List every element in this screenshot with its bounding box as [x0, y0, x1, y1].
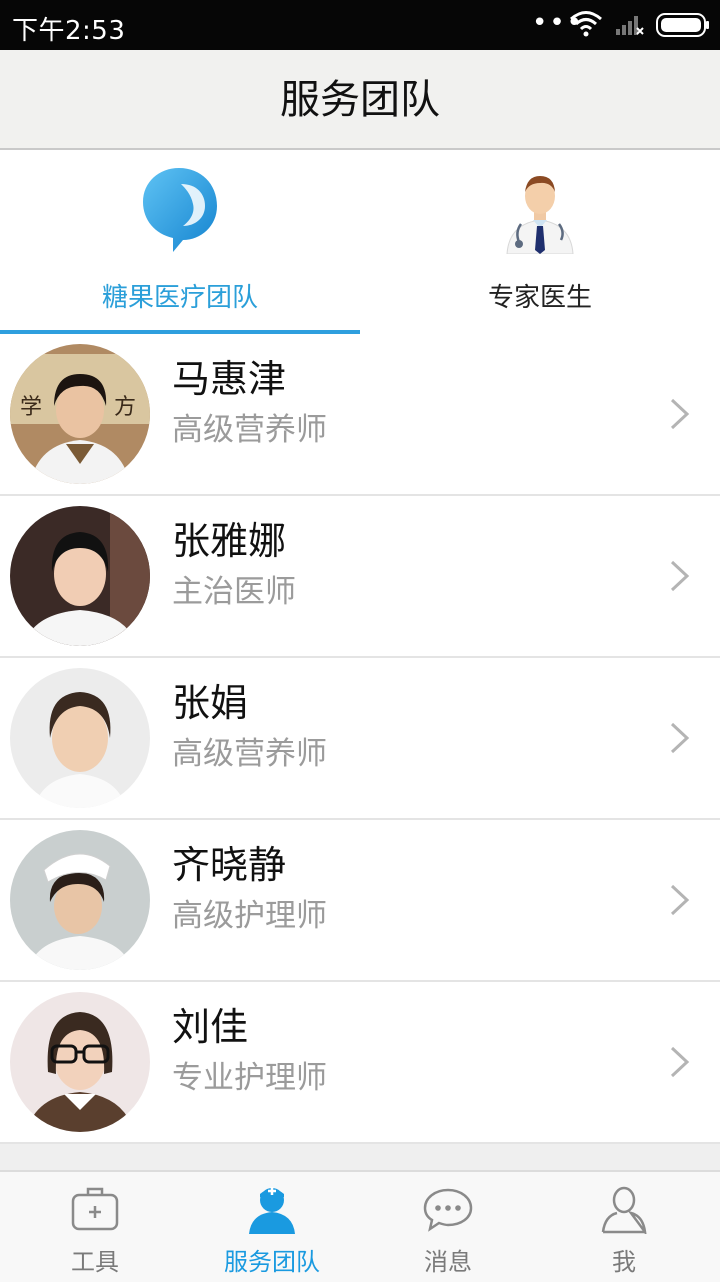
member-role: 专业护理师 [172, 1060, 327, 1096]
nav-tools[interactable]: 工具 [5, 1172, 185, 1282]
tab-expert-doctors[interactable]: 专家医生 [360, 150, 720, 334]
toolbox-icon [70, 1184, 120, 1234]
chevron-right-icon [668, 558, 692, 598]
member-name: 刘佳 [172, 1005, 249, 1049]
candy-logo-icon [139, 162, 221, 254]
list-item[interactable]: 刘佳 专业护理师 [0, 982, 720, 1144]
nav-service-team[interactable]: 服务团队 [182, 1172, 362, 1282]
signal-icon [615, 12, 645, 40]
list-item[interactable]: 张雅娜 主治医师 [0, 496, 720, 658]
team-member-list: 学 方 马惠津 高级营养师 张雅娜 主治医师 张娟 高级营养师 齐晓静 高级护理… [0, 334, 720, 1144]
member-role: 高级护理师 [172, 898, 327, 934]
member-role: 主治医师 [172, 574, 296, 610]
list-footer-spacer [0, 1144, 720, 1170]
chevron-right-icon [668, 882, 692, 922]
list-item[interactable]: 齐晓静 高级护理师 [0, 820, 720, 982]
title-bar: 服务团队 [0, 50, 720, 150]
tab-candy-medical-team[interactable]: 糖果医疗团队 [0, 150, 360, 334]
team-tabs: 糖果医疗团队 专家医生 [0, 150, 720, 334]
member-role: 高级营养师 [172, 736, 327, 772]
member-name: 张雅娜 [172, 519, 287, 563]
tab-label: 专家医生 [487, 283, 592, 313]
nav-label: 我 [612, 1248, 636, 1276]
member-name: 马惠津 [172, 357, 287, 401]
member-name: 张娟 [172, 681, 249, 725]
user-icon [599, 1184, 649, 1237]
svg-text:学: 学 [20, 395, 42, 420]
tab-label: 糖果医疗团队 [101, 283, 258, 313]
chevron-right-icon [668, 720, 692, 760]
nav-label: 工具 [71, 1248, 119, 1276]
avatar [10, 668, 150, 808]
svg-text:方: 方 [114, 395, 136, 420]
chat-bubble-icon [423, 1184, 473, 1234]
doctor-icon [499, 162, 581, 255]
bottom-navigation: 工具 服务团队 消息 我 [0, 1170, 720, 1282]
list-item[interactable]: 学 方 马惠津 高级营养师 [0, 334, 720, 496]
nav-messages[interactable]: 消息 [358, 1172, 538, 1282]
member-role: 高级营养师 [172, 412, 327, 448]
page-title: 服务团队 [280, 77, 440, 123]
avatar: 学 方 [10, 344, 150, 484]
nav-label: 服务团队 [224, 1248, 320, 1276]
battery-icon [656, 13, 710, 41]
avatar [10, 506, 150, 646]
wifi-icon [569, 9, 603, 41]
nav-label: 消息 [424, 1248, 472, 1276]
chevron-right-icon [668, 396, 692, 436]
avatar [10, 992, 150, 1132]
member-name: 齐晓静 [172, 843, 287, 887]
nurse-person-icon [247, 1184, 297, 1234]
chevron-right-icon [668, 1044, 692, 1084]
status-time: 下午2:53 [12, 16, 126, 46]
avatar [10, 830, 150, 970]
list-item[interactable]: 张娟 高级营养师 [0, 658, 720, 820]
status-bar: 下午2:53 ••• [0, 0, 720, 50]
nav-me[interactable]: 我 [534, 1172, 714, 1282]
